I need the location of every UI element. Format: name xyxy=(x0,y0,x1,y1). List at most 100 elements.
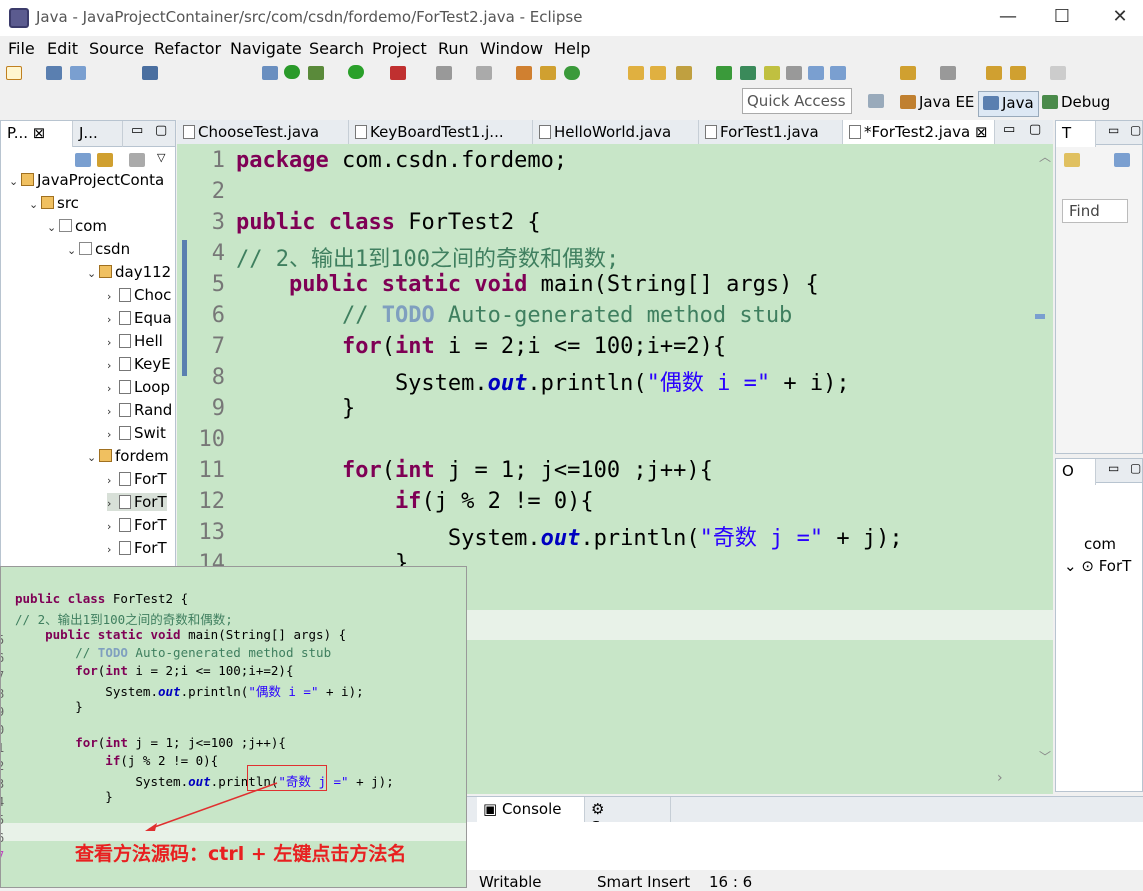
tab-outline[interactable]: O xyxy=(1056,459,1096,485)
menu-refactor[interactable]: Refactor xyxy=(154,39,221,58)
categorize-icon[interactable] xyxy=(1114,153,1130,167)
open-task-icon[interactable] xyxy=(650,66,666,80)
new-package-icon[interactable] xyxy=(540,66,556,80)
new-task-icon[interactable] xyxy=(1064,153,1080,167)
tree-item-csdn[interactable]: ⌄ csdn xyxy=(67,240,130,258)
scroll-right-icon[interactable]: › xyxy=(997,770,1003,786)
collapse-all-icon[interactable] xyxy=(75,153,91,167)
maximize-view-icon[interactable]: ▢ xyxy=(1130,461,1141,475)
external-tools-icon[interactable] xyxy=(476,66,492,80)
menu-navigate[interactable]: Navigate xyxy=(230,39,302,58)
minimize-view-icon[interactable]: ▭ xyxy=(131,123,143,138)
link-editor-icon[interactable] xyxy=(97,153,113,167)
tree-item-day112[interactable]: ⌄ day112 xyxy=(87,263,171,281)
tab-task-list[interactable]: T xyxy=(1056,121,1096,147)
new-icon[interactable] xyxy=(6,66,22,80)
block-selection-icon[interactable] xyxy=(808,66,824,80)
tree-item-fordemo[interactable]: ⌄ fordem xyxy=(87,447,169,465)
open-type-icon[interactable] xyxy=(628,66,644,80)
title-bar: Java - JavaProjectContainer/src/com/csdn… xyxy=(0,0,1143,36)
tree-item-file[interactable]: › Rand xyxy=(107,401,172,419)
filter-icon[interactable] xyxy=(129,153,145,167)
perspective-debug[interactable]: Debug xyxy=(1042,93,1110,111)
perspective-java-ee[interactable]: Java EE xyxy=(900,93,974,111)
tree-item-file-selected[interactable]: › ForT xyxy=(107,493,167,511)
stop-icon[interactable] xyxy=(436,66,452,80)
menu-window[interactable]: Window xyxy=(480,39,543,58)
debug-icon[interactable] xyxy=(308,66,324,80)
skip-breakpoints-icon[interactable] xyxy=(262,66,278,80)
run-icon[interactable] xyxy=(348,65,364,79)
menu-edit[interactable]: Edit xyxy=(47,39,78,58)
code-preview-overlay: 5 6 7 8 9 0 1 2 3 4 5 6 7 public class F… xyxy=(0,566,467,888)
menu-project[interactable]: Project xyxy=(372,39,427,58)
next-edit-icon[interactable] xyxy=(900,66,916,80)
new-class-icon[interactable] xyxy=(564,66,580,80)
tab-fortest1[interactable]: ForTest1.java xyxy=(699,120,843,146)
save-icon[interactable] xyxy=(46,66,62,80)
save-all-icon[interactable] xyxy=(70,66,86,80)
tab-choosetest[interactable]: ChooseTest.java xyxy=(177,120,349,146)
minimize-editor-icon[interactable]: ▭ xyxy=(1003,122,1015,137)
tree-item-file[interactable]: › Hell xyxy=(107,332,163,350)
maximize-view-icon[interactable]: ▢ xyxy=(155,123,167,138)
server-start-icon[interactable] xyxy=(284,65,300,79)
previous-edit-icon[interactable] xyxy=(940,66,956,80)
terminal-icon[interactable] xyxy=(142,66,158,80)
outline-item-package[interactable]: com xyxy=(1084,535,1116,553)
outline-item-class[interactable]: ⌄ ⊙ ForT xyxy=(1064,557,1131,575)
tree-item-file[interactable]: › KeyE xyxy=(107,355,171,373)
open-perspective-icon[interactable] xyxy=(868,94,884,108)
tab-helloworld[interactable]: HelloWorld.java xyxy=(533,120,699,146)
tab-fortest2[interactable]: *ForTest2.java ⊠ xyxy=(843,120,995,146)
maximize-button[interactable]: ☐ xyxy=(1042,6,1082,30)
tree-item-file[interactable]: › Loop xyxy=(107,378,170,396)
minimize-button[interactable]: — xyxy=(988,6,1028,30)
tab-servers[interactable]: ⚙ Servers xyxy=(585,797,671,836)
next-annotation-icon[interactable] xyxy=(740,66,756,80)
toggle-icon[interactable] xyxy=(786,66,802,80)
search-icon[interactable] xyxy=(676,66,692,80)
scroll-up-icon[interactable]: ︿ xyxy=(1039,148,1051,165)
menu-search[interactable]: Search xyxy=(309,39,364,58)
show-whitespace-icon[interactable] xyxy=(830,66,846,80)
tree-item-file[interactable]: › Equa xyxy=(107,309,172,327)
tab-keyboardtest1[interactable]: KeyBoardTest1.j... xyxy=(349,120,533,146)
coverage-icon[interactable] xyxy=(390,66,406,80)
maximize-view-icon[interactable]: ▢ xyxy=(1130,123,1141,137)
tab-console[interactable]: ▣ Console ⊠ xyxy=(477,797,585,836)
minimize-view-icon[interactable]: ▭ xyxy=(1108,123,1119,137)
tree-item-file[interactable]: › ForT xyxy=(107,470,167,488)
perspective-java[interactable]: Java xyxy=(978,91,1039,117)
quick-access-input[interactable]: Quick Access xyxy=(742,88,852,114)
line-number: 5 xyxy=(211,272,225,297)
code-line: for(int i = 2;i <= 100;i+=2){ xyxy=(236,334,727,359)
maximize-editor-icon[interactable]: ▢ xyxy=(1029,122,1041,137)
tree-item-com[interactable]: ⌄ com xyxy=(47,217,107,235)
line-number: 7 xyxy=(1,669,4,683)
tree-item-project[interactable]: ⌄ JavaProjectConta xyxy=(9,171,164,189)
mark-icon[interactable] xyxy=(764,66,780,80)
close-button[interactable]: ✕ xyxy=(1100,6,1140,30)
tree-item-file[interactable]: › ForT xyxy=(107,516,167,534)
last-edit-icon[interactable] xyxy=(986,66,1002,80)
tree-item-file[interactable]: › Choc xyxy=(107,286,171,304)
menu-source[interactable]: Source xyxy=(89,39,144,58)
scroll-down-icon[interactable]: ﹀ xyxy=(1039,748,1051,765)
tree-item-src[interactable]: ⌄ src xyxy=(29,194,79,212)
preview-code-line: if(j % 2 != 0){ xyxy=(15,753,219,768)
tree-item-file[interactable]: › Swit xyxy=(107,424,166,442)
tab-package-explorer[interactable]: P... ⊠ xyxy=(1,121,73,147)
menu-help[interactable]: Help xyxy=(554,39,590,58)
tab-junit[interactable]: J... xyxy=(73,121,123,147)
back-icon[interactable] xyxy=(1010,66,1026,80)
minimize-view-icon[interactable]: ▭ xyxy=(1108,461,1119,475)
forward-icon[interactable] xyxy=(1050,66,1066,80)
view-menu-icon[interactable]: ▽ xyxy=(157,151,165,164)
annotation-icon[interactable] xyxy=(716,66,732,80)
new-java-project-icon[interactable] xyxy=(516,66,532,80)
menu-file[interactable]: File xyxy=(8,39,35,58)
find-input[interactable]: Find xyxy=(1062,199,1128,223)
menu-run[interactable]: Run xyxy=(438,39,469,58)
tree-item-file[interactable]: › ForT xyxy=(107,539,167,557)
